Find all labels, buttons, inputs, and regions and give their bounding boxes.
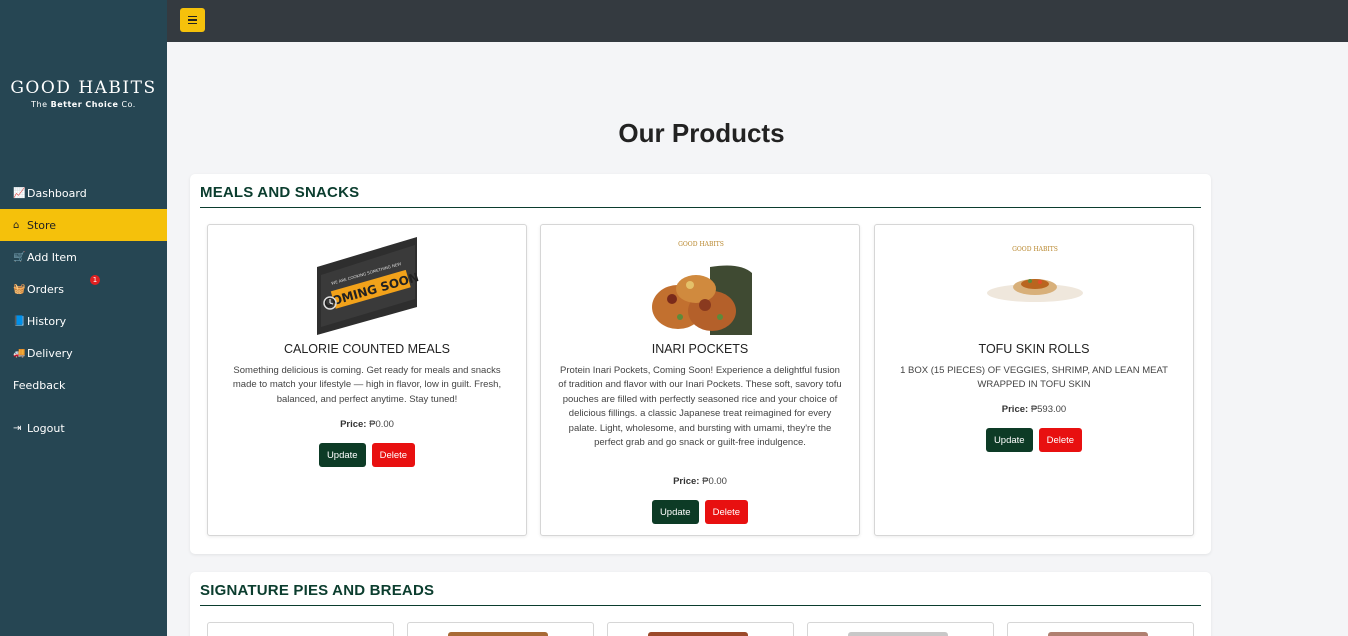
cart-icon: 🛒 xyxy=(13,251,26,263)
truck-icon: 🚚 xyxy=(13,347,26,359)
hamburger-icon-line xyxy=(188,19,197,21)
sidebar-item-dashboard[interactable]: 📈 Dashboard xyxy=(0,177,167,209)
sidebar-item-orders[interactable]: 🧺 Orders 1 xyxy=(0,273,167,305)
product-card: GOOD HABITS INARI POCKETS Protein Inari … xyxy=(540,224,860,536)
sidebar-item-store[interactable]: ⌂ Store xyxy=(0,209,167,241)
price-label: Price: xyxy=(340,419,367,430)
logout-icon: ⇥ xyxy=(13,422,22,434)
product-card: GOOD HABITS TOFU SKIN ROLLS 1 BOX (15 PI… xyxy=(874,224,1194,536)
price-value: ₱0.00 xyxy=(369,419,394,430)
product-card xyxy=(207,622,394,636)
brand-tagline: The Better Choice Co. xyxy=(0,100,167,109)
sidebar-item-history[interactable]: 📘 History xyxy=(0,305,167,337)
product-image: GOOD HABITS xyxy=(650,237,752,335)
delete-button[interactable]: Delete xyxy=(1038,428,1083,452)
sidebar-item-label: History xyxy=(27,314,67,328)
sidebar-nav: 📈 Dashboard ⌂ Store 🛒 Add Item 🧺 Orders … xyxy=(0,177,167,444)
sidebar-item-label: Add Item xyxy=(27,250,77,264)
product-image: GOOD HABITS xyxy=(984,237,1086,335)
sidebar-item-label: Orders xyxy=(27,282,64,296)
brand-name: GOOD HABITS xyxy=(10,78,157,98)
basket-icon: 🧺 xyxy=(13,283,26,295)
price-value: ₱593.00 xyxy=(1030,404,1067,415)
menu-toggle-button[interactable] xyxy=(180,8,205,32)
delete-button[interactable]: Delete xyxy=(704,500,749,524)
update-button[interactable]: Update xyxy=(318,443,366,467)
top-bar xyxy=(167,0,1348,42)
chart-icon: 📈 xyxy=(13,187,26,199)
product-name: TOFU SKIN ROLLS xyxy=(978,342,1090,356)
product-card xyxy=(1007,622,1194,636)
sidebar-item-feedback[interactable]: Feedback xyxy=(0,369,167,401)
orders-count-badge: 1 xyxy=(90,275,100,285)
product-card xyxy=(807,622,994,636)
product-actions: Update Delete xyxy=(875,428,1193,452)
brand-tagline-suffix: Co. xyxy=(121,100,136,109)
section-divider xyxy=(200,207,1201,208)
sidebar-item-add-item[interactable]: 🛒 Add Item xyxy=(0,241,167,273)
product-name: CALORIE COUNTED MEALS xyxy=(283,342,450,356)
page-title: Our Products xyxy=(618,118,785,148)
product-card xyxy=(407,622,594,636)
product-actions: Update Delete xyxy=(541,500,859,524)
hamburger-icon-line xyxy=(188,22,197,25)
sidebar-item-label: Delivery xyxy=(27,346,73,360)
brand-watermark: GOOD HABITS xyxy=(1012,246,1058,253)
product-actions: Update Delete xyxy=(208,443,526,467)
product-image: COMING SOON WE ARE COOKING SOMETHING NEW xyxy=(317,237,419,335)
product-image xyxy=(1048,632,1148,636)
sidebar-item-label: Store xyxy=(27,218,57,232)
product-card: COMING SOON WE ARE COOKING SOMETHING NEW… xyxy=(207,224,527,536)
category-section: MEALS AND SNACKS COMING SOON WE ARE COOK… xyxy=(190,174,1211,554)
hamburger-icon xyxy=(188,15,197,18)
product-image xyxy=(648,632,748,636)
sidebar-item-label: Feedback xyxy=(13,378,66,392)
brand-tagline-prefix: The xyxy=(31,100,48,109)
category-section: SIGNATURE PIES AND BREADS xyxy=(190,572,1211,636)
product-price: Price: ₱0.00 xyxy=(208,419,526,430)
brand-watermark: GOOD HABITS xyxy=(678,241,724,248)
price-label: Price: xyxy=(673,476,700,487)
product-description: 1 BOX (15 PIECES) OF VEGGIES, SHRIMP, AN… xyxy=(900,365,1168,391)
section-divider xyxy=(200,605,1201,606)
product-name: INARI POCKETS xyxy=(651,342,749,356)
update-button[interactable]: Update xyxy=(985,428,1033,452)
product-image xyxy=(448,632,548,636)
section-title: MEALS AND SNACKS xyxy=(200,184,360,201)
price-value: ₱0.00 xyxy=(702,476,727,487)
section-title: SIGNATURE PIES AND BREADS xyxy=(200,582,435,599)
product-description: Something delicious is coming. Get ready… xyxy=(232,365,502,405)
product-price: Price: ₱0.00 xyxy=(541,476,859,487)
brand-logo: GOOD HABITS The Better Choice Co. xyxy=(0,78,167,109)
delete-button[interactable]: Delete xyxy=(371,443,416,467)
sidebar-item-label: Dashboard xyxy=(27,186,87,200)
book-icon: 📘 xyxy=(13,315,26,327)
sidebar-item-label: Logout xyxy=(27,421,65,435)
home-icon: ⌂ xyxy=(13,219,20,231)
sidebar-item-logout[interactable]: ⇥ Logout xyxy=(0,412,167,444)
update-button[interactable]: Update xyxy=(651,500,699,524)
product-card xyxy=(607,622,794,636)
product-image xyxy=(848,632,948,636)
sidebar: GOOD HABITS The Better Choice Co. 📈 Dash… xyxy=(0,0,167,636)
price-label: Price: xyxy=(1001,404,1029,415)
brand-tagline-bold: Better Choice xyxy=(50,100,119,109)
product-description: Protein Inari Pockets, Coming Soon! Expe… xyxy=(558,365,842,449)
sidebar-item-delivery[interactable]: 🚚 Delivery xyxy=(0,337,167,369)
product-price: Price: ₱593.00 xyxy=(875,404,1193,415)
